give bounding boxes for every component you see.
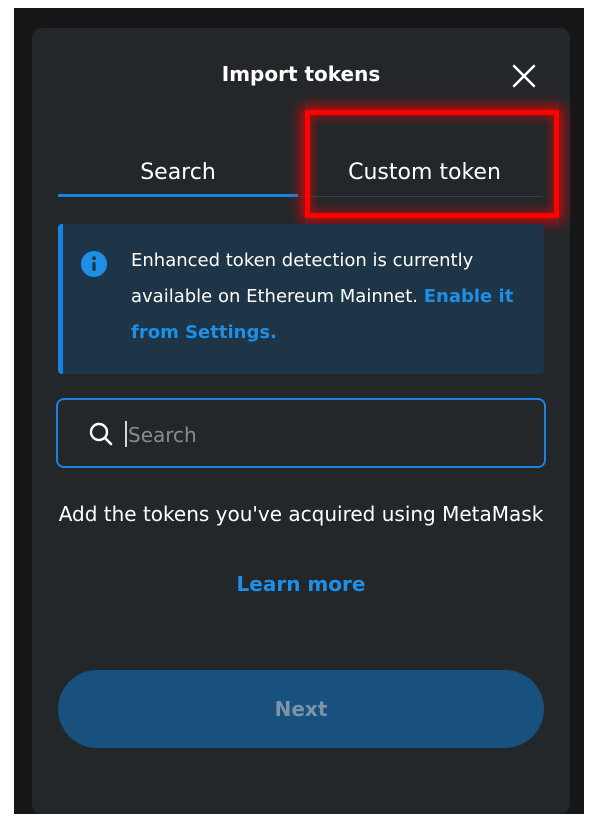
info-banner-text: Enhanced token detection is currently av… — [131, 243, 531, 351]
close-button[interactable] — [504, 58, 544, 94]
info-banner-message: Enhanced token detection is currently av… — [131, 250, 474, 307]
tab-search[interactable]: Search — [58, 146, 298, 200]
info-icon — [81, 251, 107, 277]
text-cursor — [125, 421, 127, 447]
tab-divider — [298, 196, 542, 197]
search-box[interactable] — [56, 398, 546, 468]
info-banner: Enhanced token detection is currently av… — [58, 224, 544, 374]
modal-title: Import tokens — [221, 62, 381, 86]
search-input[interactable] — [126, 414, 530, 456]
active-tab-indicator — [58, 194, 298, 197]
tab-custom-token[interactable]: Custom token — [312, 146, 537, 200]
close-icon — [512, 64, 536, 88]
search-icon — [89, 422, 113, 446]
help-text: Add the tokens you've acquired using Met… — [58, 502, 544, 526]
import-tokens-modal: Import tokens Search Custom token Enhanc… — [32, 28, 570, 814]
learn-more-link[interactable]: Learn more — [32, 566, 570, 602]
next-button[interactable]: Next — [58, 670, 544, 748]
